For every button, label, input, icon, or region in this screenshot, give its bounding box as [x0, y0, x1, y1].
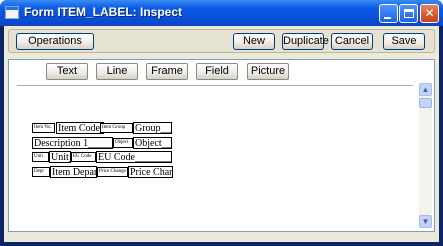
- item-no-label[interactable]: Item No.: [32, 123, 55, 133]
- object-label[interactable]: Object: [113, 138, 133, 148]
- description-field[interactable]: Description 1________: [32, 137, 113, 149]
- price-change-label[interactable]: Price Change: [97, 167, 128, 177]
- form-app-icon: [5, 6, 19, 19]
- group-field[interactable]: Group____: [133, 122, 172, 134]
- dept-label[interactable]: Dept: [32, 167, 50, 177]
- window-title: Form ITEM_LABEL: Inspect: [24, 5, 183, 19]
- vertical-scrollbar[interactable]: ▲ ▼: [419, 83, 432, 228]
- save-button[interactable]: Save: [383, 33, 425, 50]
- tool-field-button[interactable]: Field: [196, 63, 238, 80]
- unit-label[interactable]: Unit: [32, 152, 49, 162]
- tool-picture-button[interactable]: Picture: [247, 63, 289, 80]
- window-client-area: Operations New Duplicate Cancel Save Tex…: [4, 26, 439, 242]
- inspect-window: Form ITEM_LABEL: Inspect ✕ Operations Ne…: [0, 0, 443, 246]
- tool-text-button[interactable]: Text: [46, 63, 88, 80]
- title-bar[interactable]: Form ITEM_LABEL: Inspect ✕: [0, 0, 443, 26]
- scroll-thumb[interactable]: [419, 98, 432, 108]
- cancel-button[interactable]: Cancel: [331, 33, 373, 50]
- operations-button[interactable]: Operations: [16, 33, 94, 50]
- close-icon[interactable]: ✕: [420, 4, 439, 23]
- unit-field[interactable]: Unit_: [49, 151, 71, 163]
- scroll-down-icon[interactable]: ▼: [419, 215, 432, 228]
- item-department-field[interactable]: Item Departm: [50, 166, 97, 178]
- record-toolbar: Operations New Duplicate Cancel Save: [8, 29, 435, 53]
- eu-code-label[interactable]: EU Code: [71, 152, 96, 162]
- duplicate-button[interactable]: Duplicate: [282, 33, 329, 50]
- price-change-field[interactable]: Price Change: [128, 166, 173, 178]
- eu-code-field[interactable]: EU Code________: [96, 151, 172, 163]
- design-panel: Text Line Frame Field Picture Item No. I…: [8, 59, 435, 232]
- new-button[interactable]: New: [233, 33, 275, 50]
- object-field[interactable]: Object___: [133, 137, 172, 149]
- scroll-up-icon[interactable]: ▲: [419, 83, 432, 96]
- maximize-icon[interactable]: [399, 4, 418, 23]
- tool-separator: [17, 85, 413, 86]
- item-code-field[interactable]: Item Code__: [56, 122, 104, 134]
- tool-frame-button[interactable]: Frame: [146, 63, 188, 80]
- minimize-icon[interactable]: [379, 4, 398, 23]
- tool-line-button[interactable]: Line: [96, 63, 138, 80]
- item-group-label[interactable]: Item Group: [100, 123, 133, 133]
